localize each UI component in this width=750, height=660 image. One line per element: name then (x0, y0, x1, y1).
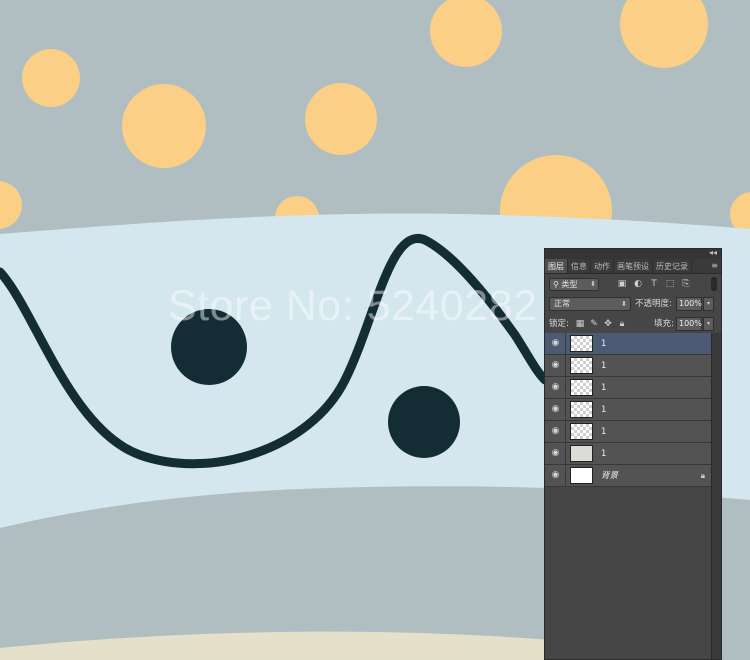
layer-row[interactable]: ◉ 1 (545, 355, 713, 377)
fill-dropdown-icon[interactable]: ▾ (703, 317, 714, 331)
filter-kind-select[interactable]: ⚲ 类型 ⬍ (549, 278, 599, 291)
layer-thumbnail (570, 423, 593, 440)
search-icon: ⚲ (553, 280, 559, 289)
layer-thumbnail (570, 445, 593, 462)
dark-dot (388, 386, 460, 458)
lock-label: 锁定: (549, 319, 569, 329)
shape-filter-icon[interactable]: ⬚ (665, 279, 675, 289)
tab-actions[interactable]: 动作 (591, 259, 614, 273)
fill-label: 填充: (654, 319, 674, 329)
lock-image-icon[interactable]: ✎ (589, 319, 599, 329)
eye-icon[interactable]: ◉ (550, 383, 561, 392)
tab-layers[interactable]: 图层 (545, 259, 568, 273)
eye-icon[interactable]: ◉ (550, 339, 561, 348)
opacity-label: 不透明度: (635, 299, 672, 309)
yellow-dot (122, 84, 206, 168)
layer-row[interactable]: ◉ 1 (545, 443, 713, 465)
layer-row[interactable]: ◉ 1 (545, 399, 713, 421)
layer-name: 1 (601, 405, 607, 415)
dark-dot (171, 309, 247, 385)
opacity-input[interactable]: 100% (676, 297, 702, 311)
layer-name: 背景 (601, 471, 619, 481)
yellow-dot (22, 49, 80, 107)
layers-list: ◉ 1 ◉ 1 ◉ 1 ◉ 1 ◉ 1 ◉ 1 ◉ 背景 🔒︎ (545, 333, 713, 487)
layer-name: 1 (601, 449, 607, 459)
blend-row: 正常 ⬍ 不透明度: 100% ▾ (545, 294, 721, 314)
tab-info[interactable]: 信息 (568, 259, 591, 273)
yellow-dot (305, 83, 377, 155)
image-filter-icon[interactable]: ▣ (617, 279, 627, 289)
eye-icon[interactable]: ◉ (550, 405, 561, 414)
eye-icon[interactable]: ◉ (550, 361, 561, 370)
layer-thumbnail (570, 357, 593, 374)
layer-name: 1 (601, 361, 607, 371)
layer-row[interactable]: ◉ 1 (545, 333, 713, 355)
eye-icon[interactable]: ◉ (550, 449, 561, 458)
layer-thumbnail (570, 379, 593, 396)
eye-icon[interactable]: ◉ (550, 471, 561, 480)
layer-row[interactable]: ◉ 1 (545, 421, 713, 443)
lock-all-icon[interactable]: 🔒︎ (617, 319, 627, 329)
chevron-updown-icon: ⬍ (621, 300, 627, 308)
adjustment-filter-icon[interactable]: ◐ (633, 279, 643, 289)
layer-thumbnail (570, 335, 593, 352)
tab-history[interactable]: 历史记录 (653, 259, 692, 273)
tab-brush-presets[interactable]: 画笔预设 (614, 259, 653, 273)
layer-name: 1 (601, 383, 607, 393)
lock-transparent-icon[interactable]: ▦ (575, 319, 585, 329)
layer-thumbnail (570, 467, 593, 484)
layer-name: 1 (601, 427, 607, 437)
opacity-dropdown-icon[interactable]: ▾ (703, 297, 714, 311)
panel-menu-icon[interactable]: ≡ (711, 260, 718, 271)
layers-scrollbar[interactable] (711, 333, 721, 659)
filter-toggle[interactable] (711, 277, 717, 291)
layer-name: 1 (601, 339, 607, 349)
layers-panel: ◂◂ 图层 信息 动作 画笔预设 历史记录 ≡ ⚲ 类型 ⬍ ▣ ◐ T ⬚ ⎘… (544, 248, 722, 660)
type-filter-icon[interactable]: T (649, 279, 659, 289)
panel-title-bar: ◂◂ (545, 248, 721, 259)
chevron-updown-icon: ⬍ (590, 280, 596, 288)
lock-position-icon[interactable]: ✥ (603, 319, 613, 329)
layer-row-background[interactable]: ◉ 背景 🔒︎ (545, 465, 713, 487)
panel-tabs: 图层 信息 动作 画笔预设 历史记录 ≡ (545, 259, 721, 274)
blend-mode-value: 正常 (554, 299, 570, 308)
filter-row: ⚲ 类型 ⬍ ▣ ◐ T ⬚ ⎘ (545, 274, 721, 294)
smart-object-filter-icon[interactable]: ⎘ (681, 279, 691, 289)
lock-icon: 🔒︎ (700, 471, 705, 480)
layer-row[interactable]: ◉ 1 (545, 377, 713, 399)
lock-row: 锁定: ▦ ✎ ✥ 🔒︎ 填充: 100% ▾ (545, 314, 721, 334)
blend-mode-select[interactable]: 正常 ⬍ (549, 297, 631, 311)
collapse-icon[interactable]: ◂◂ (709, 248, 717, 257)
fill-input[interactable]: 100% (676, 317, 702, 331)
layer-thumbnail (570, 401, 593, 418)
eye-icon[interactable]: ◉ (550, 427, 561, 436)
filter-kind-label: 类型 (561, 280, 578, 289)
